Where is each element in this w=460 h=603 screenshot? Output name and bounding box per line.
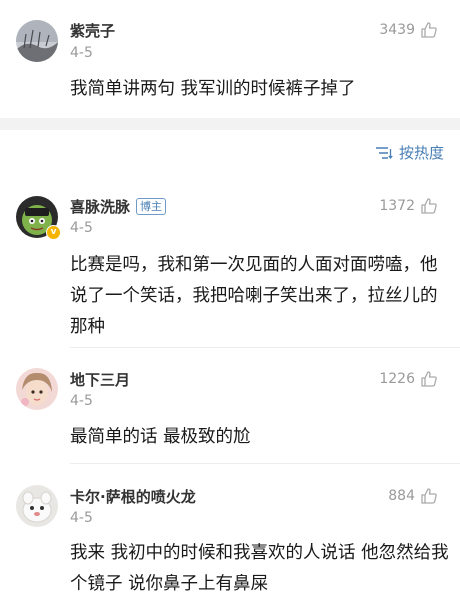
username[interactable]: 紫壳子: [70, 20, 115, 41]
comment-text: 我来 我初中的时候和我喜欢的人说话 他忽然给我个镜子 说你鼻子上有鼻屎: [70, 543, 449, 594]
avatar[interactable]: [16, 368, 58, 410]
comment-text: 我简单讲两句 我军训的时候裤子掉了: [70, 79, 356, 99]
like-button[interactable]: 884: [388, 487, 438, 505]
comment-item: 紫壳子 4-5 3439 我简单讲两句 我军训的时候裤子掉了: [0, 0, 460, 118]
like-button[interactable]: 1226: [379, 370, 438, 388]
divider: [70, 463, 460, 464]
comment-text: 最简单的话 最极致的尬: [70, 427, 251, 447]
avatar[interactable]: [16, 485, 58, 527]
divider: [70, 347, 460, 348]
sort-toggle[interactable]: 按热度: [375, 142, 444, 163]
like-button[interactable]: 3439: [379, 21, 438, 39]
like-count: 3439: [379, 22, 415, 38]
sort-label: 按热度: [398, 144, 444, 162]
thumbs-up-icon: [421, 488, 437, 504]
thumbs-up-icon: [421, 371, 437, 387]
like-button[interactable]: 1372: [379, 197, 438, 215]
thumbs-up-icon: [421, 22, 437, 38]
comment-date: 4-5: [70, 393, 93, 409]
username[interactable]: 喜脉洗脉 博主: [70, 196, 167, 217]
username[interactable]: 地下三月: [70, 369, 130, 390]
sort-icon: [375, 146, 393, 159]
section-gap: [0, 118, 460, 130]
username[interactable]: 卡尔·萨根的喷火龙: [70, 486, 196, 507]
author-badge: 博主: [136, 198, 167, 215]
avatar[interactable]: [16, 20, 58, 62]
comment-text: 比赛是吗，我和第一次见面的人面对面唠嗑，他说了一个笑话，我把哈喇子笑出来了，拉丝…: [70, 255, 438, 337]
thumbs-up-icon: [421, 198, 437, 214]
verified-badge-icon: v: [46, 225, 61, 240]
like-count: 1372: [379, 198, 415, 214]
comment-date: 4-5: [70, 220, 93, 236]
comment-date: 4-5: [70, 45, 93, 61]
comment-date: 4-5: [70, 510, 93, 526]
like-count: 1226: [379, 371, 415, 387]
like-count: 884: [388, 488, 415, 504]
username-text: 喜脉洗脉: [70, 198, 131, 216]
